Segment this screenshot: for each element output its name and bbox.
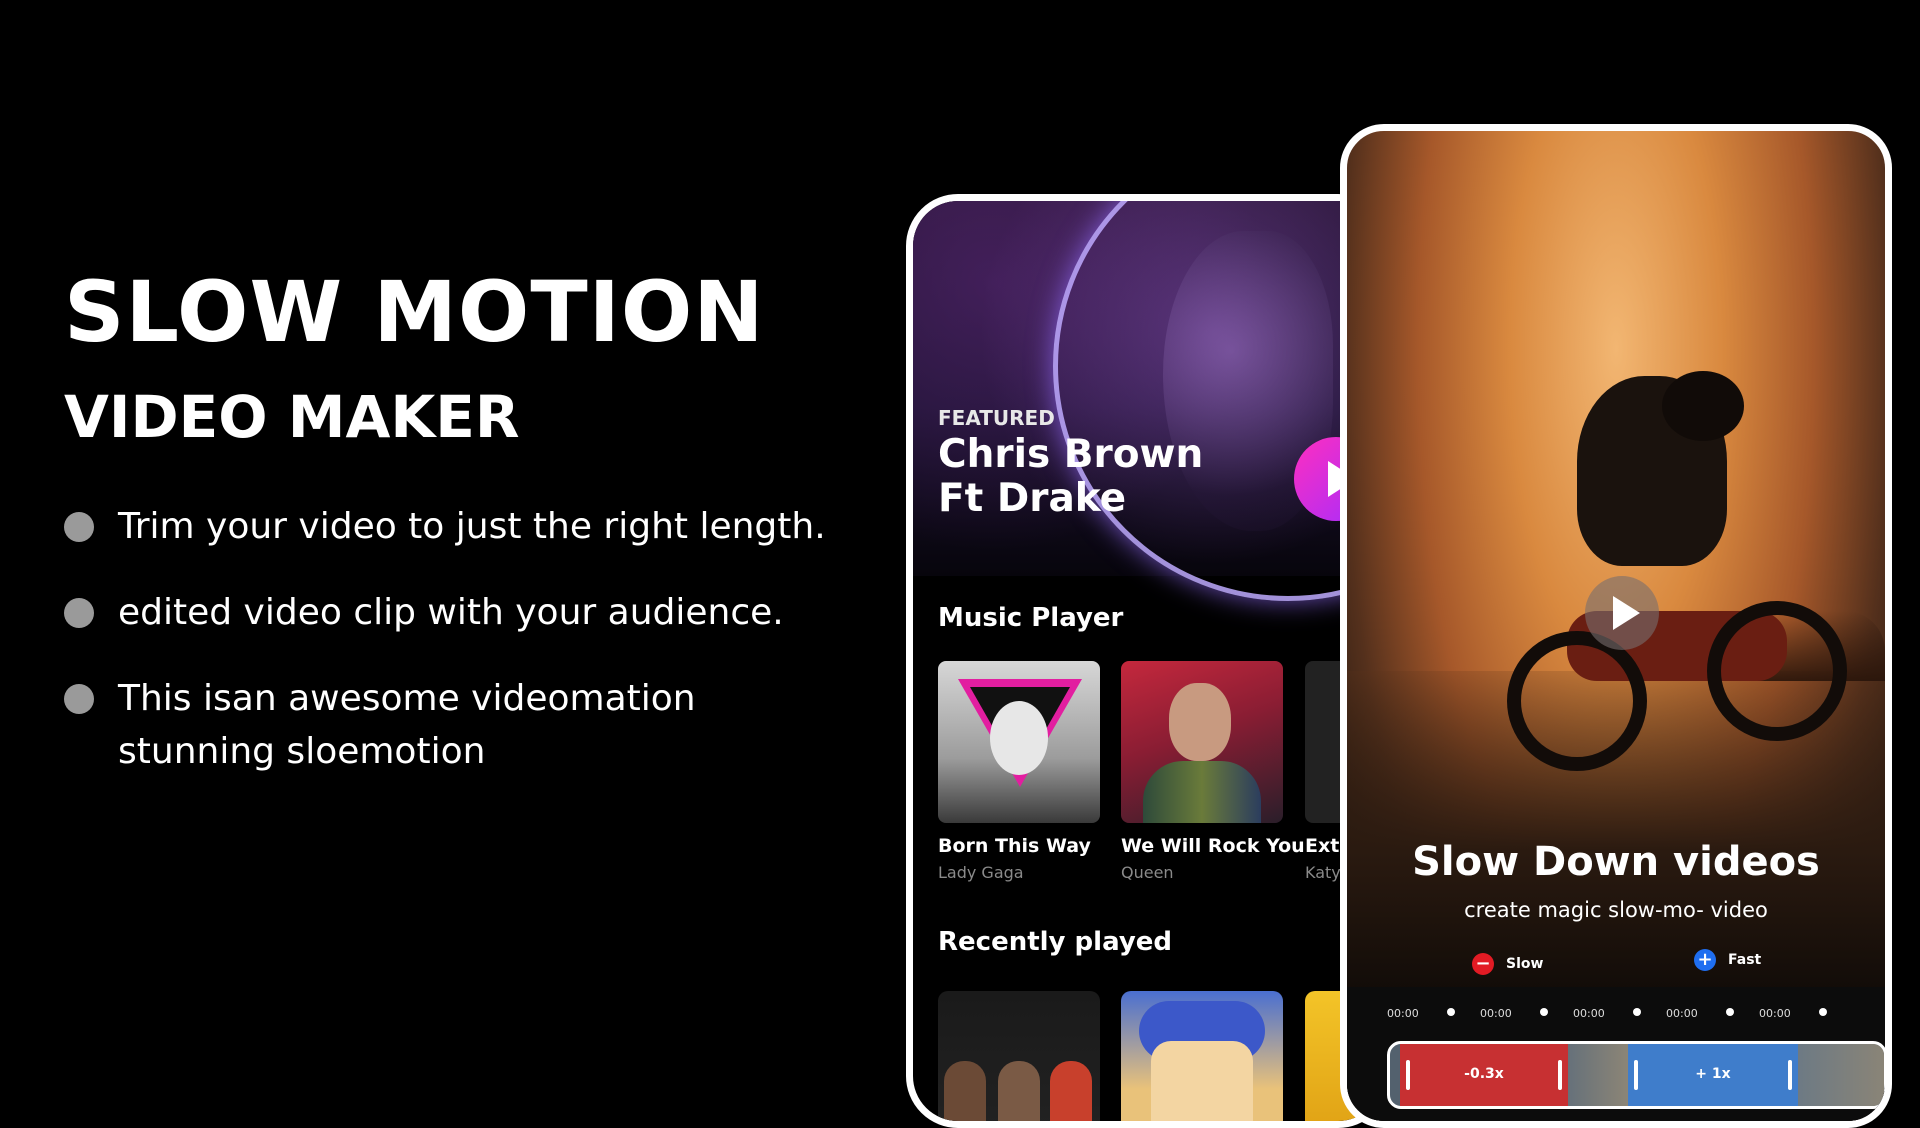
feature-item: This isan awesome videomation stunning s… [64,672,844,778]
clip-track[interactable]: -0.3x + 1x [1387,1041,1885,1109]
timeline-marker [1819,1008,1827,1016]
trim-handle[interactable] [1788,1060,1792,1090]
album-artist: Lady Gaga [938,863,1024,882]
fast-segment[interactable]: + 1x [1628,1044,1798,1106]
recent-art-figure [1050,1061,1092,1121]
feature-list: Trim your video to just the right length… [64,500,844,811]
feature-text: edited video clip with your audience. [118,592,784,633]
featured-title: Chris Brown Ft Drake [938,432,1204,521]
motorbike-graphic [1507,571,1847,771]
feature-text: This isan awesome videomation stunning s… [118,678,696,772]
timeline-marker [1447,1008,1455,1016]
fast-speed-button[interactable]: + Fast [1694,949,1761,971]
slow-label: Slow [1506,956,1544,972]
timeline-timestamp: 00:00 [1480,1007,1512,1020]
music-phone-mockup: FEATURED Chris Brown Ft Drake Music Play… [906,194,1390,1128]
timeline-timestamp: 00:00 [1759,1007,1791,1020]
feature-text: Trim your video to just the right length… [118,506,826,547]
bullet-dot-icon [64,684,94,714]
recent-art-figure [998,1061,1040,1121]
slowmo-subtitle: create magic slow-mo- video [1464,898,1768,922]
featured-label: FEATURED [938,406,1055,430]
hero-title: SLOW MOTION [64,263,765,361]
album-art [1121,661,1283,823]
play-icon [1613,596,1640,630]
recently-played-heading: Recently played [938,927,1173,957]
album-card[interactable]: We Will Rock You Queen [1121,661,1305,882]
timeline-marker [1726,1008,1734,1016]
feature-item: Trim your video to just the right length… [64,500,844,553]
timeline-marker [1633,1008,1641,1016]
video-play-button[interactable] [1585,576,1659,650]
minus-icon: − [1472,953,1494,975]
slowmo-phone-mockup: Slow Down videos create magic slow-mo- v… [1340,124,1892,1128]
timeline-timestamp: 00:00 [1573,1007,1605,1020]
timeline-marker [1540,1008,1548,1016]
slow-speed-button[interactable]: − Slow [1472,953,1543,975]
slowmo-title: Slow Down videos [1412,839,1820,885]
album-title: We Will Rock You [1121,835,1305,857]
music-player-heading: Music Player [938,603,1124,633]
clip-thumbnail [1798,1044,1884,1106]
feature-item: edited video clip with your audience. [64,586,844,639]
featured-banner[interactable]: FEATURED Chris Brown Ft Drake [913,201,1383,601]
timeline-timestamp: 00:00 [1387,1007,1419,1020]
video-timeline[interactable]: 00:00 00:00 00:00 00:00 00:00 -0.3x + 1x [1347,987,1885,1121]
album-artist: Queen [1121,863,1174,882]
plus-icon: + [1694,949,1716,971]
recent-art-hair [1151,1041,1253,1121]
album-title: Born This Way [938,835,1091,857]
slow-segment[interactable]: -0.3x [1400,1044,1568,1106]
fast-label: Fast [1728,952,1762,968]
hero-subtitle: VIDEO MAKER [64,383,520,451]
bike-wheel [1507,631,1647,771]
bike-wheel [1707,601,1847,741]
bullet-dot-icon [64,512,94,542]
recent-card[interactable] [1121,991,1283,1121]
helmet-graphic [1662,371,1744,441]
album-art [938,661,1100,823]
recent-art-figure [944,1061,986,1121]
recent-card[interactable] [938,991,1100,1121]
clip-thumbnail [1568,1044,1628,1106]
album-art-body [1143,761,1261,823]
bullet-dot-icon [64,598,94,628]
album-card[interactable]: Born This Way Lady Gaga [938,661,1100,882]
album-art-face [990,701,1048,775]
timeline-timestamp: 00:00 [1666,1007,1698,1020]
trim-handle[interactable] [1558,1060,1562,1090]
album-art-head [1169,683,1231,761]
